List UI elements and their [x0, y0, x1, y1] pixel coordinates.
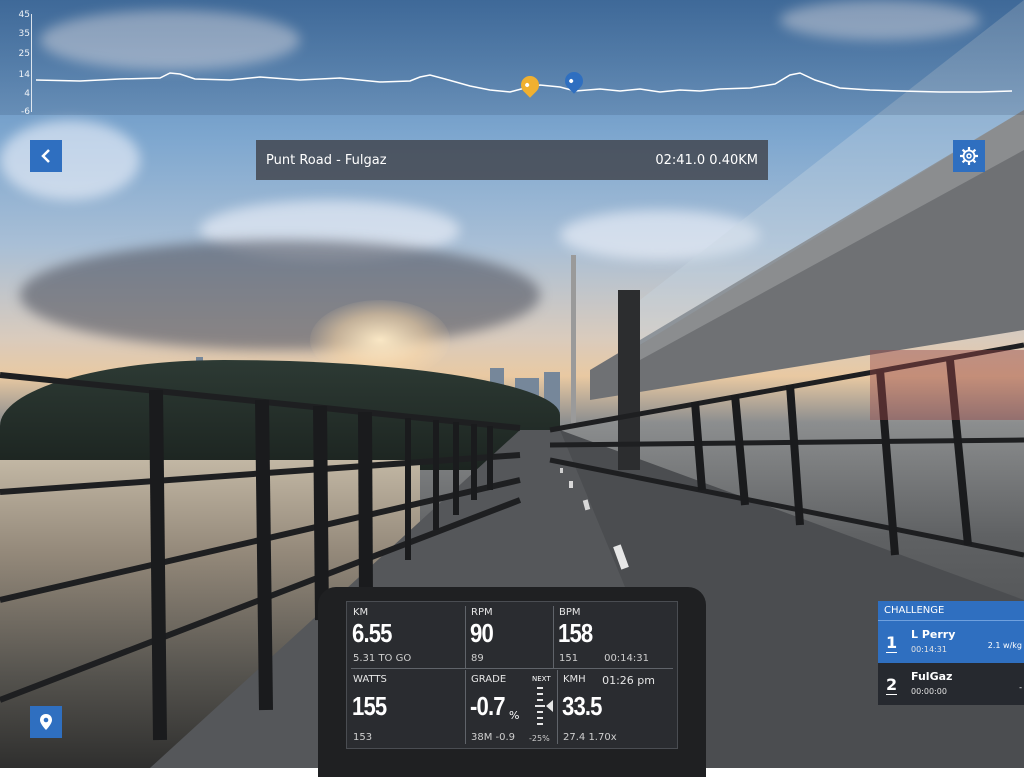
- challenge-title: CHALLENGE: [878, 601, 1024, 620]
- watts-label: WATTS: [353, 674, 387, 685]
- route-time-distance: 02:41.0 0.40KM: [655, 152, 758, 168]
- clock-time: 01:26 pm: [602, 674, 655, 687]
- elevation-profile: 45 35 25 14 4 -6: [0, 0, 1024, 117]
- rpm-metric: RPM 90 89: [465, 602, 553, 668]
- bike-computer-display: KM 6.55 5.31 TO GO RPM 90 89 BPM 158 151…: [346, 601, 678, 749]
- leaderboard-rank: 2: [886, 675, 898, 695]
- elevation-line: [35, 72, 1013, 93]
- leaderboard-row[interactable]: 1 L Perry 00:14:31 2.1 w/kg: [878, 620, 1024, 663]
- rpm-avg: 89: [471, 653, 484, 664]
- km-to-go: 5.31 TO GO: [353, 653, 412, 664]
- grade-sub: 38M -0.9: [471, 732, 516, 743]
- watts-metric: WATTS 155 153: [347, 669, 465, 747]
- watts-avg: 153: [353, 732, 373, 743]
- next-grade-indicator: NEXT -25%: [529, 669, 557, 747]
- kmh-value: 33.5: [562, 691, 602, 721]
- rpm-value: 90: [470, 618, 494, 648]
- km-metric: KM 6.55 5.31 TO GO: [347, 602, 465, 668]
- bpm-metric: BPM 158 151 00:14:31: [553, 602, 677, 668]
- bpm-value: 158: [558, 618, 593, 648]
- route-title: Punt Road - Fulgaz: [266, 152, 387, 168]
- challenge-leaderboard: CHALLENGE 1 L Perry 00:14:31 2.1 w/kg 2 …: [878, 601, 1024, 705]
- kmh-label: KMH: [563, 674, 586, 685]
- grade-unit: %: [509, 709, 520, 722]
- bpm-avg: 151: [559, 653, 579, 664]
- leaderboard-name: L Perry: [911, 628, 956, 641]
- leaderboard-row[interactable]: 2 FulGaz 00:00:00 -: [878, 663, 1024, 705]
- route-info-bar: Punt Road - Fulgaz 02:41.0 0.40KM: [256, 140, 768, 180]
- leaderboard-name: FulGaz: [911, 670, 953, 683]
- leaderboard-wkg: -: [1019, 683, 1022, 692]
- leaderboard-rank: 1: [886, 633, 898, 653]
- bpm-label: BPM: [559, 607, 581, 618]
- map-button[interactable]: [30, 706, 62, 738]
- km-value: 6.55: [352, 618, 392, 648]
- map-pin-icon: [40, 714, 52, 730]
- next-label: NEXT: [532, 675, 551, 683]
- gear-icon: [960, 147, 978, 165]
- grade-label: GRADE: [471, 674, 507, 685]
- leaderboard-wkg: 2.1 w/kg: [987, 641, 1022, 650]
- chevron-left-icon: [41, 149, 50, 163]
- leaderboard-time: 00:00:00: [911, 687, 947, 696]
- kmh-sub: 27.4 1.70x: [563, 732, 617, 743]
- settings-button[interactable]: [953, 140, 985, 172]
- grade-metric: GRADE -0.7 % 38M -0.9: [465, 669, 529, 747]
- kmh-metric: KMH 01:26 pm 33.5 27.4 1.70x: [557, 669, 677, 747]
- back-button[interactable]: [30, 140, 62, 172]
- next-grade-value: -25%: [529, 734, 550, 743]
- elapsed-time: 00:14:31: [604, 653, 649, 664]
- km-label: KM: [353, 607, 369, 618]
- leaderboard-time: 00:14:31: [911, 645, 947, 654]
- grade-scale-icon: [535, 687, 553, 725]
- watts-value: 155: [352, 691, 387, 721]
- rpm-label: RPM: [471, 607, 493, 618]
- grade-value: -0.7: [470, 691, 506, 721]
